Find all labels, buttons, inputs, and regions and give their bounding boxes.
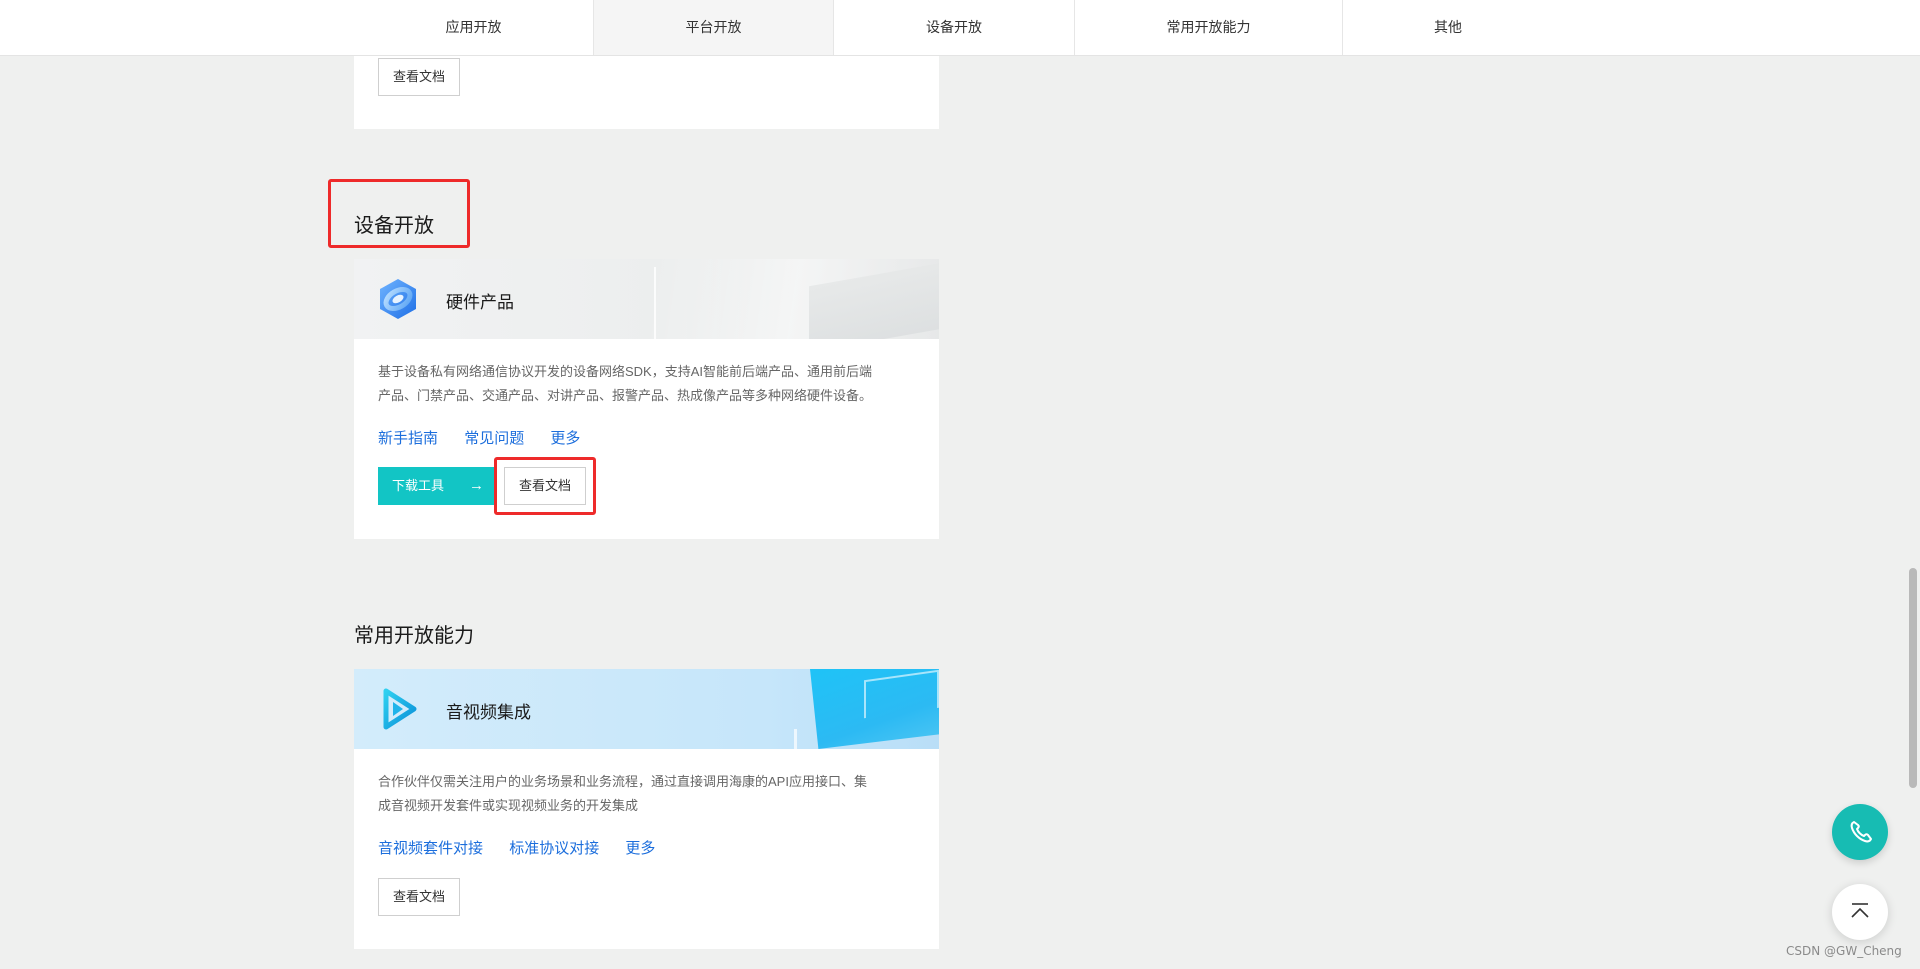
link-more[interactable]: 更多	[550, 430, 580, 447]
video-play-icon	[383, 688, 417, 730]
av-integration-card: 音视频集成 合作伙伴仅需关注用户的业务场景和业务流程，通过直接调用海康的API应…	[354, 669, 939, 949]
av-card-title: 音视频集成	[446, 703, 531, 722]
av-card-links: 音视频套件对接 标准协议对接 更多	[378, 837, 677, 858]
phone-icon	[1850, 821, 1872, 843]
download-tool-label: 下载工具	[392, 478, 445, 493]
contact-phone-button[interactable]	[1832, 804, 1888, 860]
hardware-product-card: 硬件产品 基于设备私有网络通信协议开发的设备网络SDK，支持AI智能前后端产品、…	[354, 259, 939, 539]
hardware-card-description: 基于设备私有网络通信协议开发的设备网络SDK，支持AI智能前后端产品、通用前后端…	[378, 360, 918, 408]
prev-view-doc-button[interactable]: 查看文档	[378, 58, 461, 96]
section-title-device-open: 设备开放	[354, 215, 434, 237]
link-standard-protocol[interactable]: 标准协议对接	[509, 840, 599, 857]
previous-card: 查看文档	[354, 56, 939, 129]
link-faq[interactable]: 常见问题	[464, 430, 524, 447]
tab-device-open[interactable]: 设备开放	[834, 0, 1075, 55]
hardware-view-doc-button[interactable]: 查看文档	[504, 467, 587, 505]
link-beginner-guide[interactable]: 新手指南	[378, 430, 438, 447]
download-tool-button[interactable]: 下载工具 →	[378, 467, 496, 505]
hardware-product-icon	[380, 279, 416, 319]
section-title-common-capability: 常用开放能力	[354, 625, 474, 647]
description-line: 产品、门禁产品、交通产品、对讲产品、报警产品、热成像产品等多种网络硬件设备。	[378, 388, 873, 403]
av-card-description: 合作伙伴仅需关注用户的业务场景和业务流程，通过直接调用海康的API应用接口、集 …	[378, 770, 918, 818]
av-card-header: 音视频集成	[354, 669, 939, 749]
back-to-top-button[interactable]	[1832, 884, 1888, 940]
watermark: CSDN @GW_Cheng	[1786, 944, 1902, 958]
link-more[interactable]: 更多	[625, 840, 655, 857]
tab-common-capability[interactable]: 常用开放能力	[1075, 0, 1343, 55]
arrow-right-icon: →	[469, 477, 484, 494]
back-to-top-icon	[1851, 903, 1869, 918]
hardware-card-links: 新手指南 常见问题 更多	[378, 427, 602, 448]
page-scrollbar[interactable]	[1906, 0, 1920, 969]
tab-app-open[interactable]: 应用开放	[354, 0, 594, 55]
header-decoration	[654, 267, 656, 339]
hardware-card-title: 硬件产品	[446, 293, 514, 312]
av-view-doc-button[interactable]: 查看文档	[378, 878, 461, 916]
tab-platform-open[interactable]: 平台开放	[593, 0, 834, 55]
scrollbar-thumb[interactable]	[1909, 568, 1917, 788]
description-line: 合作伙伴仅需关注用户的业务场景和业务流程，通过直接调用海康的API应用接口、集	[378, 774, 867, 789]
description-line: 基于设备私有网络通信协议开发的设备网络SDK，支持AI智能前后端产品、通用前后端	[378, 364, 873, 379]
description-line: 成音视频开发套件或实现视频业务的开发集成	[378, 798, 639, 813]
hardware-card-header: 硬件产品	[354, 259, 939, 339]
top-nav-bar: 应用开放 平台开放 设备开放 常用开放能力 其他	[0, 0, 1920, 56]
link-av-suite[interactable]: 音视频套件对接	[378, 840, 483, 857]
tab-other[interactable]: 其他	[1343, 0, 1553, 55]
header-decoration	[794, 729, 797, 749]
